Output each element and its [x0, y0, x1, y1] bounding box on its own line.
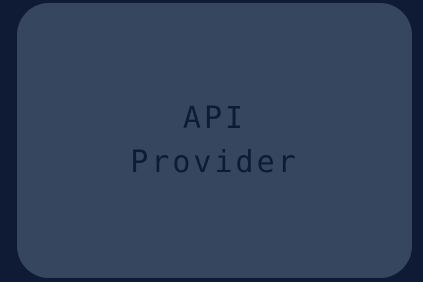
node-label-line-1: API [182, 100, 247, 136]
api-provider-node: API Provider [17, 3, 412, 278]
diagram-canvas: { "node": { "lines": ["API", "Provider"]… [0, 0, 423, 282]
node-label-line-2: Provider [130, 144, 299, 180]
